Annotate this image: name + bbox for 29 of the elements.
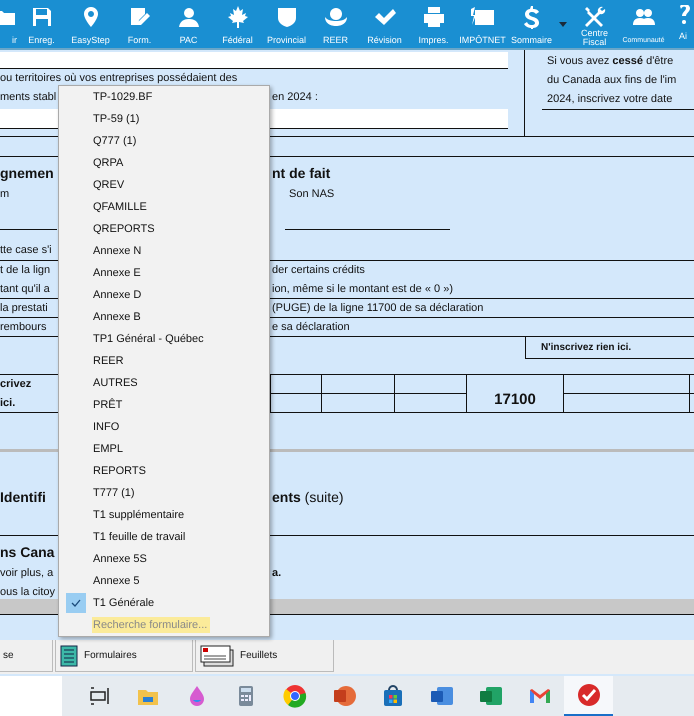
form-text: ou territoires où vos entreprises possédaient des <box>0 72 238 84</box>
form-text: tant qu'il a <box>0 282 50 297</box>
section-heading: gnemen <box>0 164 54 183</box>
form-text: e sa déclaration <box>272 320 350 335</box>
line-number: 17100 <box>494 391 536 408</box>
form-label: m <box>0 187 10 202</box>
section-heading: nt de fait <box>272 164 330 183</box>
form-text: tte case s'i <box>0 244 52 256</box>
form-text: la prestati <box>0 301 48 316</box>
form-text: rembours <box>0 320 46 335</box>
notice-box: N'inscrivez rien ici. <box>525 337 694 359</box>
section-heading: ents (suite) <box>272 488 344 504</box>
form-label: Son NAS <box>288 187 334 202</box>
form-text: ments stabl <box>0 90 56 105</box>
form-text: crivez <box>0 378 32 390</box>
form-text: t de la lign <box>0 263 50 278</box>
form-text: ici. <box>0 396 16 409</box>
form-text: (PUGE) de la ligne 11700 de sa déclaration <box>272 301 484 316</box>
section-heading: ns Cana <box>0 544 54 560</box>
form-text: voir plus, a <box>0 566 54 581</box>
form-text: 2024, inscrivez votre date <box>547 93 672 105</box>
form-text: der certains crédits <box>272 263 365 278</box>
form-text: ous la citoy <box>0 586 56 598</box>
form-text: en 2024 : <box>272 90 318 105</box>
section-heading: Identifi <box>0 488 46 504</box>
form-text: Si vous avez cessé d'être <box>547 55 674 67</box>
form-text: ion, même si le montant est de « 0 ») <box>272 282 453 297</box>
form-text: du Canada aux fins de l'im <box>547 74 676 86</box>
form-text: a. <box>272 566 282 581</box>
